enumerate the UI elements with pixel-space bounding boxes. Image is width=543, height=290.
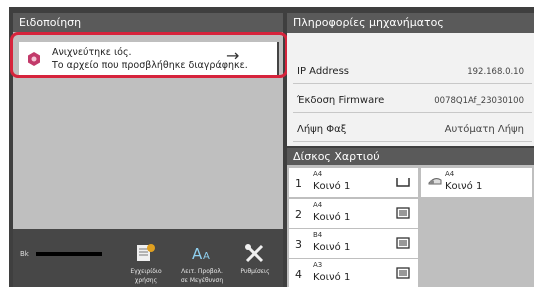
info-key: Λήψη Φαξ <box>297 124 347 135</box>
tray-level-icon <box>396 207 410 219</box>
notification-highlight-frame <box>10 32 288 78</box>
text-size-icon: A A <box>192 245 210 263</box>
toner-level-bar <box>36 252 102 256</box>
info-row-ip-address: IP Address 192.168.0.10 <box>293 58 532 84</box>
tray-number: 1 <box>295 177 302 190</box>
manual-book-icon <box>137 244 155 261</box>
settings-label: Ρυθμίσεις <box>227 267 283 276</box>
toner-label: Bk <box>20 250 29 258</box>
tray-4[interactable]: 4 A3 Κοινό 1 <box>289 259 418 288</box>
machine-info-panel: Πληροφορίες μηχανήματος IP Address 192.1… <box>287 13 534 146</box>
tray-paper-type: Κοινό 1 <box>313 272 351 283</box>
large-text-mode-button[interactable]: A A Λειτ. Προβολ. σε Μεγέθυνση <box>174 229 230 287</box>
svg-text:A: A <box>192 245 203 263</box>
tray-3[interactable]: 3 B4 Κοινό 1 <box>289 229 418 258</box>
tray-1[interactable]: 1 A4 Κοινό 1 <box>289 168 418 197</box>
info-row-fax-reception: Λήψη Φαξ Αυτόματη Λήψη <box>293 116 532 142</box>
home-screen: Ειδοποίηση Ανιχνεύτηκε ιός. Το αρχείο πο… <box>9 7 534 288</box>
info-key: IP Address <box>297 66 349 77</box>
info-row-firmware: Έκδοση Firmware 0078Q1Af_23030100 <box>293 87 532 113</box>
large-text-mode-label: Λειτ. Προβολ. σε Μεγέθυνση <box>174 267 230 285</box>
tray-paper-size: A3 <box>313 261 323 269</box>
tray-number: 3 <box>295 238 302 251</box>
large-text-label-line-2: σε Μεγέθυνση <box>180 277 224 284</box>
manual-label-line-1: Εγχειρίδιο <box>130 268 162 275</box>
tray-paper-type: Κοινό 1 <box>313 212 351 223</box>
info-value: 192.168.0.10 <box>467 67 524 77</box>
manual-label-line-2: χρήσης <box>134 277 158 284</box>
tray-paper-size: B4 <box>313 231 323 239</box>
tray-empty-icon <box>396 178 410 187</box>
bypass-tray[interactable]: A4 Κοινό 1 <box>421 168 532 197</box>
tray-paper-size: A4 <box>313 170 323 178</box>
info-value: 0078Q1Af_23030100 <box>434 96 524 106</box>
info-key: Έκδοση Firmware <box>297 95 385 106</box>
tray-number: 2 <box>295 208 302 221</box>
tray-number: 4 <box>295 268 302 281</box>
tray-2[interactable]: 2 A4 Κοινό 1 <box>289 199 418 228</box>
tools-icon <box>245 244 264 263</box>
paper-tray-panel: Δίσκος Χαρτιού 1 A4 Κοινό 1 2 A4 Κοινό 1… <box>287 148 534 288</box>
notification-title: Ειδοποίηση <box>13 13 283 32</box>
manual-button[interactable]: Εγχειρίδιο χρήσης <box>118 229 174 287</box>
manual-label: Εγχειρίδιο χρήσης <box>118 267 174 285</box>
machine-info-title: Πληροφορίες μηχανήματος <box>287 13 534 33</box>
svg-text:A: A <box>203 251 210 262</box>
bypass-tray-icon <box>428 178 442 185</box>
tray-paper-type: Κοινό 1 <box>313 242 351 253</box>
tray-paper-size: A4 <box>313 201 323 209</box>
bottom-toolbar: Bk Εγχειρίδιο χρήσης A A Λειτ. Προβολ. σ… <box>13 229 283 287</box>
settings-label-line-1: Ρυθμίσεις <box>240 268 270 275</box>
bypass-paper-size: A4 <box>445 170 455 178</box>
tray-level-icon <box>396 267 410 279</box>
settings-button[interactable]: Ρυθμίσεις <box>227 229 283 287</box>
paper-tray-title: Δίσκος Χαρτιού <box>287 148 534 165</box>
tray-level-icon <box>396 237 410 249</box>
tray-paper-type: Κοινό 1 <box>313 181 351 192</box>
large-text-label-line-1: Λειτ. Προβολ. <box>181 268 223 275</box>
bypass-paper-type: Κοινό 1 <box>445 181 483 192</box>
info-value: Αυτόματη Λήψη <box>444 124 524 135</box>
